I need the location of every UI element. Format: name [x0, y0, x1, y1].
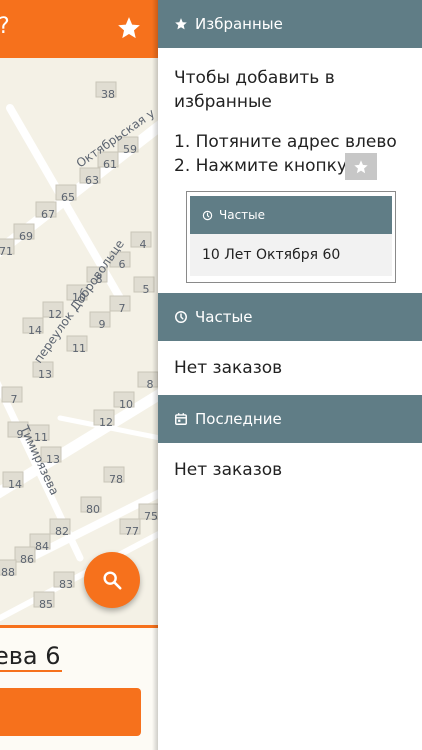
house-number-label: 38: [101, 88, 115, 101]
house-number-label: 4: [140, 238, 147, 251]
house-number-label: 78: [109, 473, 123, 486]
example-card-address: 10 Лет Октября 60: [190, 234, 392, 276]
house-number-label: 7: [119, 302, 126, 315]
house-number-label: 13: [38, 368, 52, 381]
house-number-label: 61: [103, 158, 117, 171]
house-number-label: 9: [99, 318, 106, 331]
map-screen: 38 59 61 63 65 67 69 71 4 6 8 10 12 14 5 7 9 11 13 8 7 10 12 9 1…: [0, 0, 158, 750]
house-number-label: 12: [99, 416, 113, 429]
search-icon: [103, 571, 122, 590]
clock-icon: [175, 311, 187, 323]
recent-section-header: Последние: [158, 395, 422, 443]
clock-icon: [202, 210, 213, 220]
frequent-section-title: Частые: [195, 308, 253, 326]
map-roads: [0, 104, 158, 621]
example-card-header: Частые: [190, 196, 392, 234]
house-number-label: 85: [39, 598, 53, 611]
example-card-title: Частые: [219, 208, 266, 222]
demo-star-button: [345, 153, 377, 180]
star-icon: [175, 18, 187, 30]
topbar-title-fragment: ?: [0, 14, 10, 39]
favorites-section-header: Избранные: [158, 0, 422, 48]
house-number-label: 14: [28, 324, 42, 337]
house-number-label: 82: [55, 525, 69, 538]
calendar-icon: [175, 413, 187, 425]
search-fab-button[interactable]: [84, 552, 140, 608]
house-number-label: 6: [119, 258, 126, 271]
house-number-label: 71: [0, 245, 13, 258]
house-number-label: 84: [35, 540, 49, 553]
house-number-label: 14: [8, 478, 22, 491]
house-number-label: 11: [72, 342, 86, 355]
house-number-label: 65: [61, 191, 75, 204]
house-number-label: 77: [125, 525, 139, 538]
star-icon: [354, 159, 368, 173]
favorites-instruction: Чтобы добавить в избранные: [174, 68, 335, 112]
house-number-label: 69: [19, 230, 33, 243]
house-number-label: 10: [119, 398, 133, 411]
favorites-step-2: 2. Нажмите кнопку: [174, 156, 348, 176]
frequent-section-header: Частые: [158, 293, 422, 341]
house-number-label: 5: [143, 283, 150, 296]
recent-empty-text: Нет заказов: [174, 460, 283, 480]
house-number-label: 80: [86, 503, 100, 516]
house-number-label: 7: [11, 393, 18, 406]
frequent-empty-text: Нет заказов: [174, 358, 283, 378]
house-number-label: 88: [1, 566, 15, 579]
order-button[interactable]: [0, 688, 141, 736]
house-number-label: 86: [20, 553, 34, 566]
address-panel: ева 6: [0, 625, 158, 750]
house-number-label: 83: [59, 578, 73, 591]
house-number-label: 63: [85, 174, 99, 187]
favorites-drawer: Избранные Чтобы добавить в избранные 1. …: [158, 0, 422, 750]
example-card: Частые 10 Лет Октября 60: [186, 191, 396, 283]
favorites-star-icon[interactable]: [116, 15, 142, 41]
house-number-label: 67: [41, 208, 55, 221]
address-underline: [0, 670, 62, 672]
map-view[interactable]: 3859616365676971468101214579111387 10129 1…: [0, 58, 158, 628]
favorites-step-1: 1. Потяните адрес влево: [174, 132, 397, 152]
recent-section-title: Последние: [195, 410, 282, 428]
house-number-label: 59: [123, 143, 137, 156]
favorites-section-title: Избранные: [195, 15, 283, 33]
address-field[interactable]: ева 6: [0, 642, 61, 670]
map-topbar: ?: [0, 0, 158, 58]
